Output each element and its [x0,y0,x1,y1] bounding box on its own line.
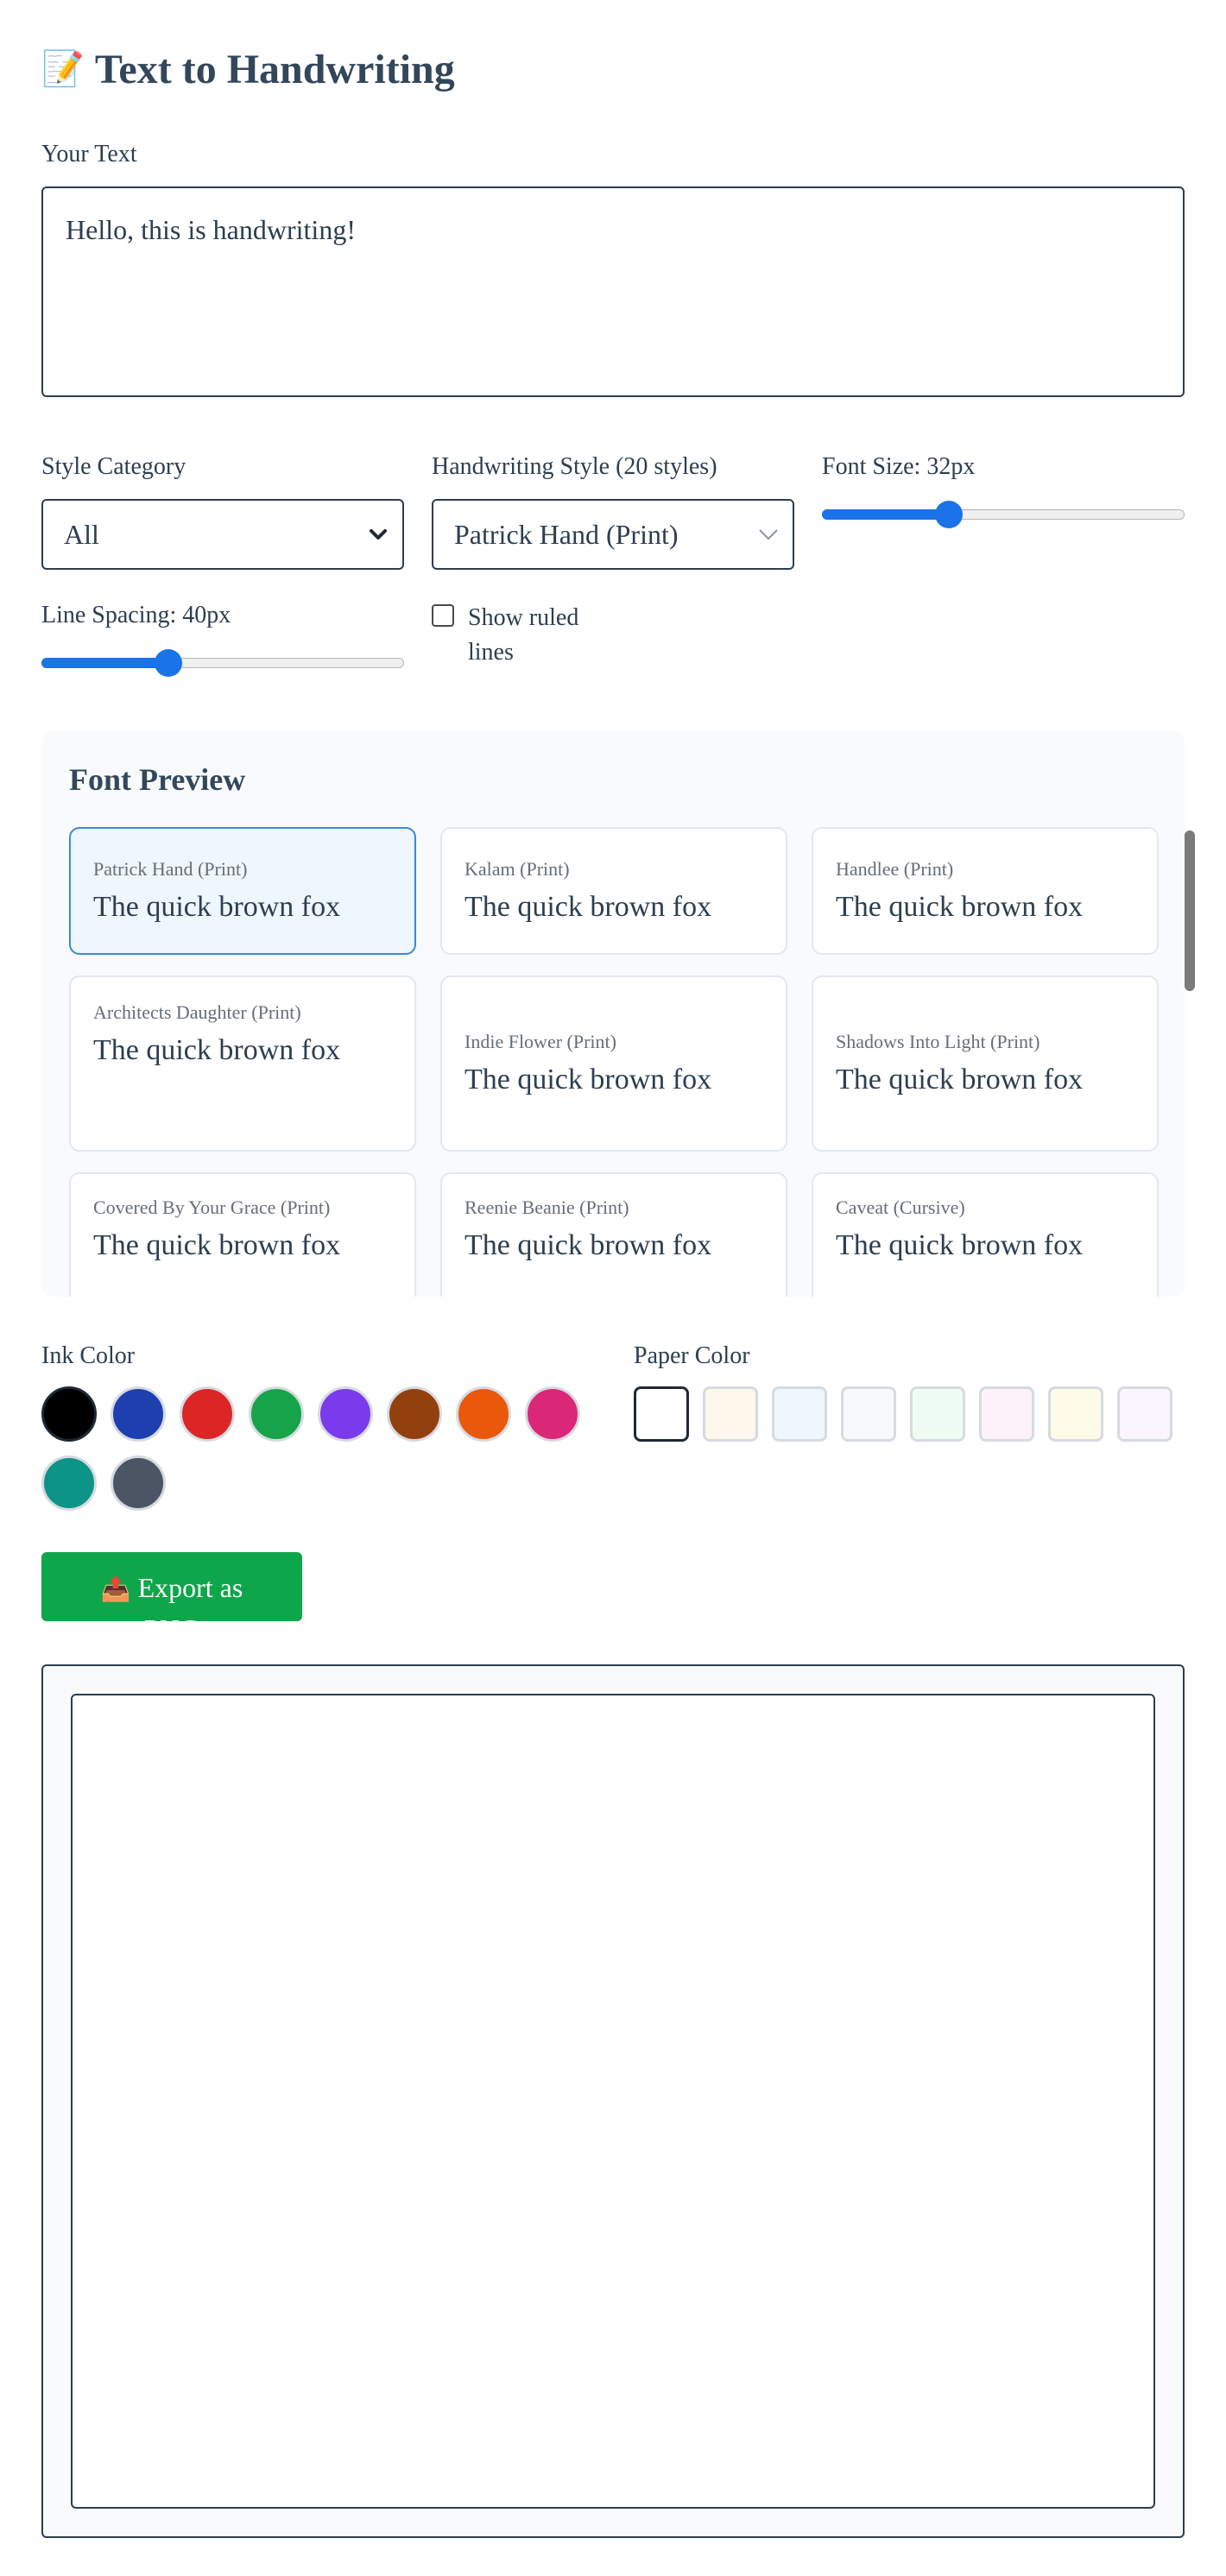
font-preview-panel: Font Preview Patrick Hand (Print) The qu… [41,730,1185,1297]
font-card[interactable]: Indie Flower (Print) The quick brown fox [440,975,787,1152]
line-spacing-slider[interactable] [41,646,404,680]
font-card[interactable]: Caveat (Cursive) The quick brown fox [812,1172,1159,1297]
font-card-sample: The quick brown fox [93,1034,341,1066]
line-spacing-label: Line Spacing: 40px [41,602,231,628]
font-card[interactable]: Covered By Your Grace (Print) The quick … [69,1172,416,1297]
ink-color-swatch[interactable] [41,1455,97,1511]
ink-color-swatch[interactable] [41,1386,97,1442]
paper-color-swatch[interactable] [703,1386,758,1442]
font-card-sample: The quick brown fox [464,1064,712,1095]
font-card-sample: The quick brown fox [836,891,1084,923]
style-category-select[interactable]: All [41,499,404,570]
handwriting-style-label: Handwriting Style (20 styles) [432,453,717,480]
page-title-text: Text to Handwriting [94,46,455,92]
font-size-label: Font Size: 32px [822,453,976,480]
output-canvas-container [41,1664,1185,2538]
slider-fill [822,509,949,520]
paper-color-swatch[interactable] [910,1386,965,1442]
export-png-label: Export as PNG [137,1572,243,1621]
chevron-down-icon [370,529,387,540]
font-card-name: Handlee (Print) [836,858,954,880]
ink-color-swatch[interactable] [456,1386,511,1442]
ink-color-swatch[interactable] [111,1386,166,1442]
ruled-lines-option[interactable]: Show ruled lines [432,601,606,670]
text-input-label: Your Text [41,141,137,167]
ink-color-swatch[interactable] [387,1386,442,1442]
font-preview-grid: Patrick Hand (Print) The quick brown fox… [69,827,1159,1297]
font-card-name: Covered By Your Grace (Print) [93,1196,331,1218]
outbox-icon: 📤 [100,1575,131,1603]
text-input[interactable]: Hello, this is handwriting! [41,186,1185,397]
font-card[interactable]: Patrick Hand (Print) The quick brown fox [69,827,416,955]
font-card-sample: The quick brown fox [93,891,341,923]
font-card-name: Caveat (Cursive) [836,1196,965,1218]
paper-color-swatch[interactable] [1048,1386,1103,1442]
font-card-sample: The quick brown fox [464,891,712,923]
paper-color-label: Paper Color [634,1342,750,1369]
paper-color-swatch[interactable] [634,1386,689,1442]
font-card-name: Reenie Beanie (Print) [464,1196,629,1218]
handwriting-canvas [71,1694,1155,2509]
ink-color-label: Ink Color [41,1342,136,1369]
style-category-label: Style Category [41,453,186,480]
slider-fill [41,658,168,668]
ink-color-swatch[interactable] [180,1386,235,1442]
memo-icon: 📝 [41,49,85,89]
font-card-name: Shadows Into Light (Print) [836,1031,1040,1052]
paper-color-swatches [634,1386,1204,1442]
slider-thumb[interactable] [935,501,963,528]
style-category-value: All [64,518,99,550]
font-card-name: Patrick Hand (Print) [93,858,248,880]
font-card-name: Architects Daughter (Print) [93,1001,301,1023]
font-card[interactable]: Reenie Beanie (Print) The quick brown fo… [440,1172,787,1297]
font-card-sample: The quick brown fox [93,1229,341,1261]
font-card-sample: The quick brown fox [836,1064,1084,1095]
paper-color-swatch[interactable] [979,1386,1034,1442]
ruled-lines-checkbox[interactable] [432,604,454,627]
paper-color-swatch[interactable] [841,1386,896,1442]
ink-color-swatch[interactable] [318,1386,373,1442]
export-png-button[interactable]: 📤Export as PNG [41,1552,302,1621]
font-card[interactable]: Kalam (Print) The quick brown fox [440,827,787,955]
font-card-sample: The quick brown fox [836,1229,1084,1261]
ruled-lines-label: Show ruled lines [468,604,579,666]
font-card[interactable]: Architects Daughter (Print) The quick br… [69,975,416,1152]
font-card[interactable]: Handlee (Print) The quick brown fox [812,827,1159,955]
ink-color-swatch[interactable] [249,1386,304,1442]
font-card-name: Kalam (Print) [464,858,570,880]
font-card[interactable]: Shadows Into Light (Print) The quick bro… [812,975,1159,1152]
page-title: 📝 Text to Handwriting [41,43,455,95]
preview-scrollbar[interactable] [1185,830,1195,991]
handwriting-style-select[interactable]: Patrick Hand (Print) [432,499,794,570]
ink-color-swatch[interactable] [525,1386,580,1442]
slider-thumb[interactable] [155,649,182,677]
font-preview-title: Font Preview [69,762,246,797]
handwriting-style-value: Patrick Hand (Print) [454,518,679,550]
paper-color-swatch[interactable] [1117,1386,1172,1442]
font-size-slider[interactable] [822,497,1185,532]
ink-color-swatch[interactable] [111,1455,166,1511]
font-card-sample: The quick brown fox [464,1229,712,1261]
chevron-down-icon [759,529,778,540]
ink-color-swatches [41,1386,594,1525]
font-card-name: Indie Flower (Print) [464,1031,616,1052]
paper-color-swatch[interactable] [772,1386,827,1442]
